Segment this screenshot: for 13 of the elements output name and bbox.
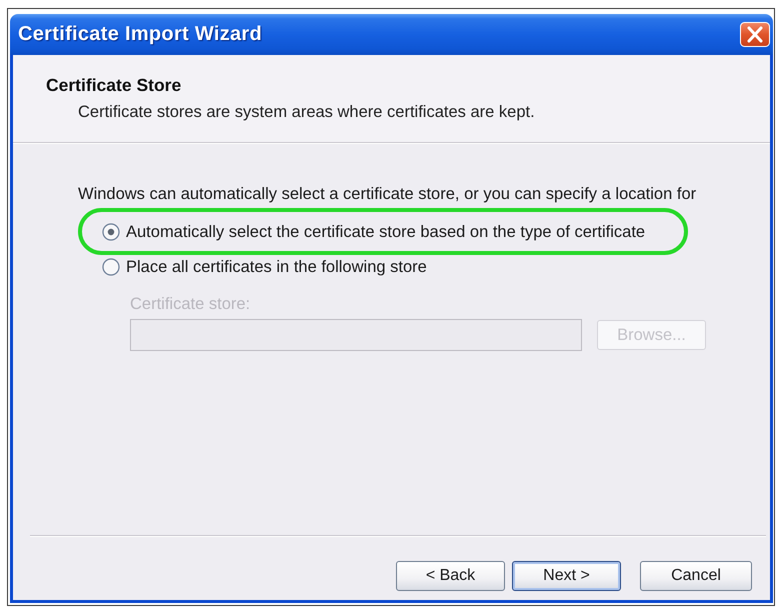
radio-option[interactable]: Place all certificates in the following store <box>102 257 427 277</box>
wizard-button[interactable]: Next > <box>512 561 621 591</box>
radio-button-icon[interactable] <box>102 258 120 276</box>
page-heading: Certificate Store <box>46 75 182 95</box>
intro-text: Windows can automatically select a certificate store, or you can specify a location for <box>78 184 696 204</box>
radio-option[interactable]: Automatically select the certificate store based on the type of certificate <box>102 222 646 242</box>
page-description: Certificate stores are system areas where certificates are kept. <box>78 102 535 122</box>
wizard-button[interactable]: Cancel <box>640 561 752 591</box>
radio-button-icon[interactable] <box>102 223 120 241</box>
window-title: Certificate Import Wizard <box>18 23 262 46</box>
close-button[interactable] <box>740 22 770 47</box>
wizard-button[interactable]: < Back <box>396 561 505 591</box>
close-icon <box>740 22 770 47</box>
